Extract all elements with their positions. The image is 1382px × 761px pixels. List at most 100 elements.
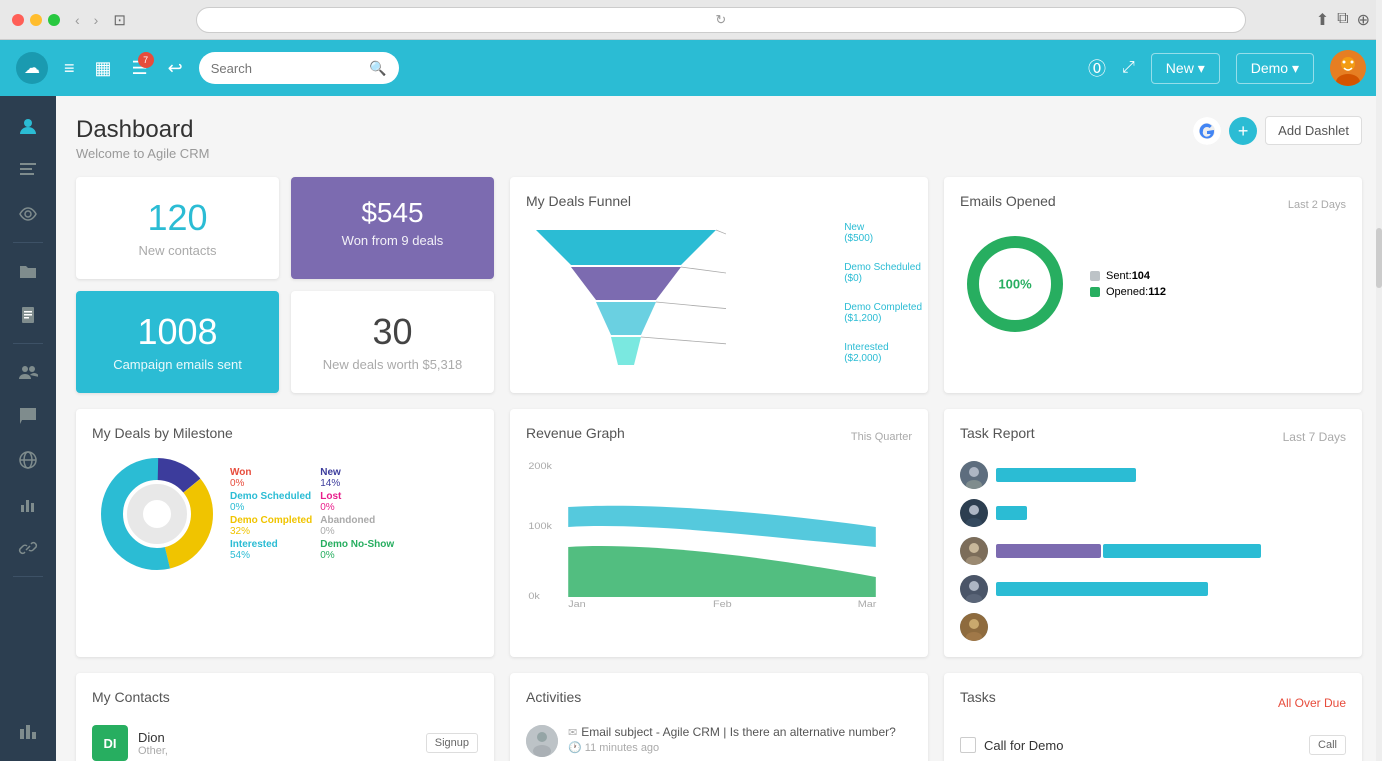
close-dot[interactable] [12, 14, 24, 26]
maximize-dot[interactable] [48, 14, 60, 26]
url-bar[interactable]: ↻ [196, 7, 1246, 33]
sidebar-item-reports[interactable] [8, 484, 48, 524]
search-bar[interactable]: 🔍 [199, 52, 399, 84]
milestone-svg [92, 449, 222, 579]
svg-text:Jan: Jan [568, 600, 586, 607]
tasks-card: Tasks All Over Due Call for Demo Call Fr… [944, 673, 1362, 761]
google-icon[interactable] [1193, 117, 1221, 145]
sidebar-item-deals[interactable] [8, 150, 48, 190]
window-controls [12, 14, 60, 26]
header-nav-icons: ≡ ▦ ☰ 7 ↩ [64, 58, 183, 79]
opened-label: Opened:112 [1106, 286, 1166, 298]
stat-cards-bottom: 1008 Campaign emails sent 30 New deals w… [76, 291, 494, 393]
deals-funnel-title: My Deals Funnel [526, 193, 912, 209]
new-deals-number: 30 [307, 311, 478, 353]
task-report-header: Task Report Last 7 Days [960, 425, 1346, 449]
task-avatar-2 [960, 499, 988, 527]
task-name-1: Call for Demo [984, 738, 1301, 753]
dashboard-actions: + Add Dashlet [1193, 116, 1362, 145]
sidebar-item-globe[interactable] [8, 440, 48, 480]
demo-button[interactable]: Demo ▾ [1236, 53, 1314, 84]
sidebar-item-chat[interactable] [8, 396, 48, 436]
sidebar-item-bar-chart[interactable] [8, 711, 48, 751]
legend-sent: Sent:104 [1090, 270, 1166, 282]
add-icon-circle[interactable]: + [1229, 117, 1257, 145]
sidebar-item-eye[interactable] [8, 194, 48, 234]
page-title: Dashboard [76, 116, 209, 144]
nav-menu-icon[interactable]: ≡ [64, 58, 75, 79]
nav-arrows[interactable]: ‹ › [70, 10, 103, 30]
download-icon[interactable]: ⊕ [1357, 10, 1370, 30]
plus-icon: + [1238, 122, 1249, 140]
search-icon: 🔍 [369, 60, 386, 77]
help-icon[interactable]: ⓪ [1088, 55, 1106, 81]
task-avatar-1 [960, 461, 988, 489]
opened-dot [1090, 287, 1100, 297]
main-layout: Dashboard Welcome to Agile CRM + Add Das… [0, 96, 1382, 761]
task-bar-1 [996, 468, 1346, 482]
contact-action-signup[interactable]: Signup [426, 733, 478, 753]
middle-row: My Deals by Milestone [76, 409, 1362, 657]
stat-cards-column: 120 New contacts $545 Won from 9 deals 1… [76, 177, 494, 393]
sidebar-item-links[interactable] [8, 528, 48, 568]
task-period: Last 7 Days [1283, 430, 1346, 444]
milestone-demo-scheduled: Demo Scheduled0% [230, 491, 312, 513]
donut-percentage: 100% [998, 277, 1031, 292]
emails-period: Last 2 Days [1288, 199, 1346, 211]
legend-opened: Opened:112 [1090, 286, 1166, 298]
list-icon[interactable]: ☰ 7 [132, 58, 148, 79]
deals-milestone-title: My Deals by Milestone [92, 425, 478, 441]
scrollbar[interactable] [1376, 0, 1382, 761]
emails-opened-card: Emails Opened Last 2 Days 100% Sent:104 [944, 177, 1362, 393]
task-bar-fill-1 [996, 468, 1136, 482]
expand-icon[interactable]: ⤢ [1122, 59, 1135, 77]
sidebar-item-document[interactable] [8, 295, 48, 335]
tasks-title: Tasks [960, 689, 996, 705]
milestone-abandoned: Abandoned0% [320, 515, 402, 537]
sidebar-item-folder[interactable] [8, 251, 48, 291]
notification-badge: 7 [138, 52, 154, 68]
share-icon[interactable]: ⬆ [1316, 10, 1329, 30]
task-row-4 [960, 575, 1346, 603]
milestone-new: New14% [320, 467, 402, 489]
window-icon[interactable]: ⧉ [1337, 10, 1348, 30]
campaign-emails-label: Campaign emails sent [92, 357, 263, 372]
grid-icon[interactable]: ▦ [95, 58, 112, 79]
sidebar-item-team[interactable] [8, 352, 48, 392]
back-arrow[interactable]: ‹ [70, 10, 85, 30]
funnel-svg [526, 220, 726, 375]
milestone-labels: Won0% New14% Demo Scheduled0% Lost0% Dem… [230, 467, 402, 561]
app-header: ☁ ≡ ▦ ☰ 7 ↩ 🔍 ⓪ ⤢ New ▾ Demo ▾ [0, 40, 1382, 96]
new-contacts-card: 120 New contacts [76, 177, 279, 279]
milestone-demo-completed: Demo Completed32% [230, 515, 312, 537]
svg-text:Feb: Feb [713, 600, 732, 607]
svg-text:Mar: Mar [858, 600, 877, 607]
user-avatar[interactable] [1330, 50, 1366, 86]
deals-milestone-card: My Deals by Milestone [76, 409, 494, 657]
task-checkbox-1[interactable] [960, 737, 976, 753]
contact-row-dion: DI Dion Other, Signup [92, 717, 478, 761]
new-deals-label: New deals worth $5,318 [307, 357, 478, 372]
donut-chart: 100% [960, 229, 1070, 339]
sent-label: Sent:104 [1106, 270, 1150, 282]
history-icon[interactable]: ↩ [168, 58, 183, 79]
task-row-3 [960, 537, 1346, 565]
top-row: 120 New contacts $545 Won from 9 deals 1… [76, 177, 1362, 393]
new-contacts-number: 120 [92, 197, 263, 239]
sidebar-divider-2 [13, 343, 43, 344]
new-button[interactable]: New ▾ [1151, 53, 1220, 84]
milestone-lost: Lost0% [320, 491, 402, 513]
app-logo[interactable]: ☁ [16, 52, 48, 84]
search-input[interactable] [211, 61, 362, 76]
refresh-icon[interactable]: ↻ [715, 12, 726, 28]
scrollbar-thumb[interactable] [1376, 228, 1382, 288]
layout-toggle-icon[interactable]: ⊡ [113, 11, 126, 29]
task-call-button[interactable]: Call [1309, 735, 1346, 755]
forward-arrow[interactable]: › [89, 10, 104, 30]
funnel-label-demo-completed: Demo Completed($1,200) [844, 302, 922, 324]
activities-card: Activities ✉ Email subject - Agile CRM |… [510, 673, 928, 761]
sidebar-item-contacts[interactable] [8, 106, 48, 146]
add-dashlet-button[interactable]: Add Dashlet [1265, 116, 1362, 145]
task-item-1: Call for Demo Call [960, 729, 1346, 761]
minimize-dot[interactable] [30, 14, 42, 26]
